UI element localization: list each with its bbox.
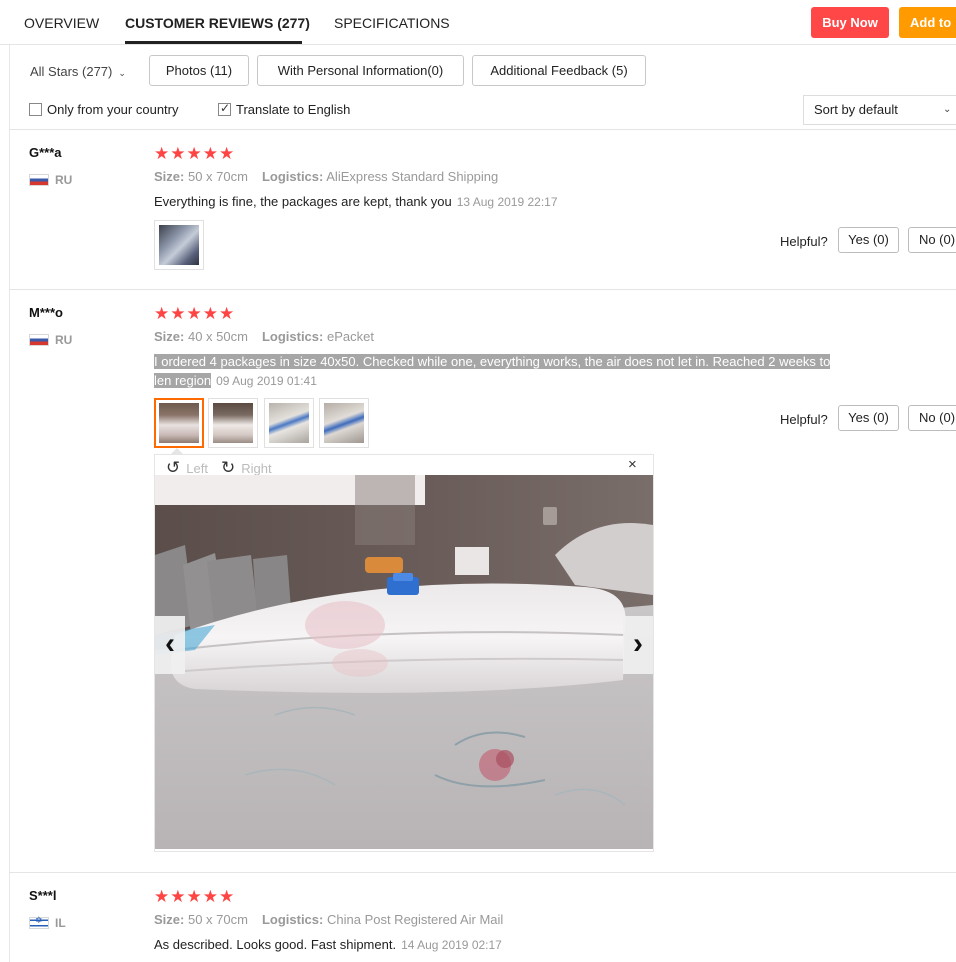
review-user-name: S***l — [29, 888, 57, 903]
only-country-label: Only from your country — [47, 102, 179, 117]
review-country: IL — [29, 915, 66, 930]
only-country-checkbox[interactable] — [29, 103, 42, 116]
sort-select[interactable]: Sort by default ⌄ — [803, 95, 956, 125]
review-meta: Size: 50 x 70cm Logistics: China Post Reg… — [154, 912, 503, 927]
star-icon: ★ — [219, 887, 236, 906]
star-icon: ★ — [170, 304, 187, 323]
divider — [9, 289, 956, 290]
star-icon: ★ — [219, 304, 236, 323]
star-icon: ★ — [154, 304, 171, 323]
translate-checkbox[interactable] — [218, 101, 231, 116]
review-user-name: M***o — [29, 305, 63, 320]
size-value: 50 x 70cm — [187, 169, 248, 184]
rating-stars: ★★★★★ — [154, 144, 235, 164]
helpful-label: Helpful? — [780, 412, 828, 427]
review-date: 09 Aug 2019 01:41 — [216, 374, 317, 388]
vacuum-bag-photo — [155, 475, 653, 849]
divider — [9, 872, 956, 873]
star-filter-label: All Stars (277) — [30, 64, 113, 79]
product-tabs: OVERVIEW CUSTOMER REVIEWS (277) SPECIFIC… — [0, 0, 956, 45]
size-label: Size: — [154, 912, 185, 927]
review-text: As described. Looks good. Fast shipment.… — [154, 937, 502, 952]
review-meta: Size: 50 x 70cm Logistics: AliExpress Sta… — [154, 169, 498, 184]
sort-label: Sort by default — [814, 102, 898, 117]
star-icon: ★ — [202, 144, 219, 163]
country-code: IL — [55, 916, 66, 930]
only-country-option[interactable]: Only from your country — [29, 102, 179, 117]
review-country: RU — [29, 333, 72, 347]
star-icon: ★ — [170, 144, 187, 163]
tab-overview[interactable]: OVERVIEW — [24, 15, 99, 31]
rotate-left-label: Left — [186, 460, 208, 476]
active-tab-indicator — [125, 41, 302, 44]
logistics-label: Logistics: — [261, 329, 324, 344]
translate-label: Translate to English — [236, 102, 351, 117]
review-photo-thumbnail[interactable] — [208, 398, 258, 448]
review-photo-thumbnail[interactable] — [264, 398, 314, 448]
logistics-value: China Post Registered Air Mail — [326, 912, 504, 927]
tab-customer-reviews[interactable]: CUSTOMER REVIEWS (277) — [125, 15, 310, 31]
helpful-no-button[interactable]: No (0) — [908, 405, 956, 431]
review-meta: Size: 40 x 50cm Logistics: ePacket — [154, 329, 374, 344]
chevron-down-icon: ⌄ — [118, 68, 126, 78]
star-icon: ★ — [170, 887, 187, 906]
russia-flag-icon — [29, 334, 49, 346]
israel-flag-icon — [29, 915, 49, 929]
review-photo-large — [155, 475, 653, 849]
rating-stars: ★★★★★ — [154, 887, 235, 907]
buy-now-button[interactable]: Buy Now — [811, 7, 889, 38]
review-photo-thumbnail[interactable] — [154, 220, 204, 270]
star-icon: ★ — [186, 144, 203, 163]
helpful-no-button[interactable]: No (0) — [908, 227, 956, 253]
star-icon: ★ — [219, 144, 236, 163]
logistics-value: ePacket — [326, 329, 374, 344]
review-body: As described. Looks good. Fast shipment. — [154, 937, 397, 952]
size-label: Size: — [154, 329, 185, 344]
logistics-label: Logistics: — [261, 912, 324, 927]
photos-filter-button[interactable]: Photos (11) — [149, 55, 249, 86]
review-body: Everything is fine, the packages are kep… — [154, 194, 452, 209]
previous-photo-button[interactable]: ‹ — [155, 616, 185, 674]
review-photo-thumbnail-selected[interactable] — [154, 398, 204, 448]
chevron-down-icon: ⌄ — [943, 104, 952, 115]
helpful-yes-button[interactable]: Yes (0) — [838, 227, 899, 253]
review-text: I ordered 4 packages in size 40x50. Chec… — [154, 352, 864, 391]
review-user-name: G***a — [29, 145, 62, 160]
review-date: 14 Aug 2019 02:17 — [401, 938, 502, 952]
size-value: 50 x 70cm — [187, 912, 248, 927]
rating-stars: ★★★★★ — [154, 304, 235, 324]
logistics-value: AliExpress Standard Shipping — [326, 169, 499, 184]
star-icon: ★ — [202, 887, 219, 906]
review-body-line1: I ordered 4 packages in size 40x50. Chec… — [154, 354, 831, 369]
country-code: RU — [55, 333, 73, 347]
country-code: RU — [55, 173, 73, 187]
review-text: Everything is fine, the packages are kep… — [154, 194, 558, 209]
size-value: 40 x 50cm — [187, 329, 248, 344]
review-date: 13 Aug 2019 22:17 — [456, 195, 558, 209]
personal-info-filter-button[interactable]: With Personal Information(0) — [257, 55, 464, 86]
star-icon: ★ — [154, 887, 171, 906]
helpful-label: Helpful? — [780, 234, 828, 249]
star-icon: ★ — [202, 304, 219, 323]
star-filter-select[interactable]: All Stars (277) ⌄ — [30, 64, 126, 79]
russia-flag-icon — [29, 174, 49, 186]
add-to-cart-button[interactable]: Add to — [899, 7, 956, 38]
review-photo-thumbnail[interactable] — [319, 398, 369, 448]
star-icon: ★ — [154, 144, 171, 163]
next-photo-button[interactable]: › — [623, 616, 653, 674]
star-icon: ★ — [186, 304, 203, 323]
review-country: RU — [29, 173, 72, 187]
review-body-line2: len region — [154, 373, 212, 388]
logistics-label: Logistics: — [261, 169, 324, 184]
divider — [9, 129, 956, 130]
additional-feedback-filter-button[interactable]: Additional Feedback (5) — [472, 55, 646, 86]
size-label: Size: — [154, 169, 185, 184]
translate-option[interactable]: Translate to English — [218, 101, 351, 117]
left-border — [9, 44, 10, 962]
helpful-yes-button[interactable]: Yes (0) — [838, 405, 899, 431]
star-icon: ★ — [186, 887, 203, 906]
tab-specifications[interactable]: SPECIFICATIONS — [334, 15, 450, 31]
rotate-right-label: Right — [241, 460, 272, 476]
close-icon[interactable]: × — [628, 456, 637, 473]
